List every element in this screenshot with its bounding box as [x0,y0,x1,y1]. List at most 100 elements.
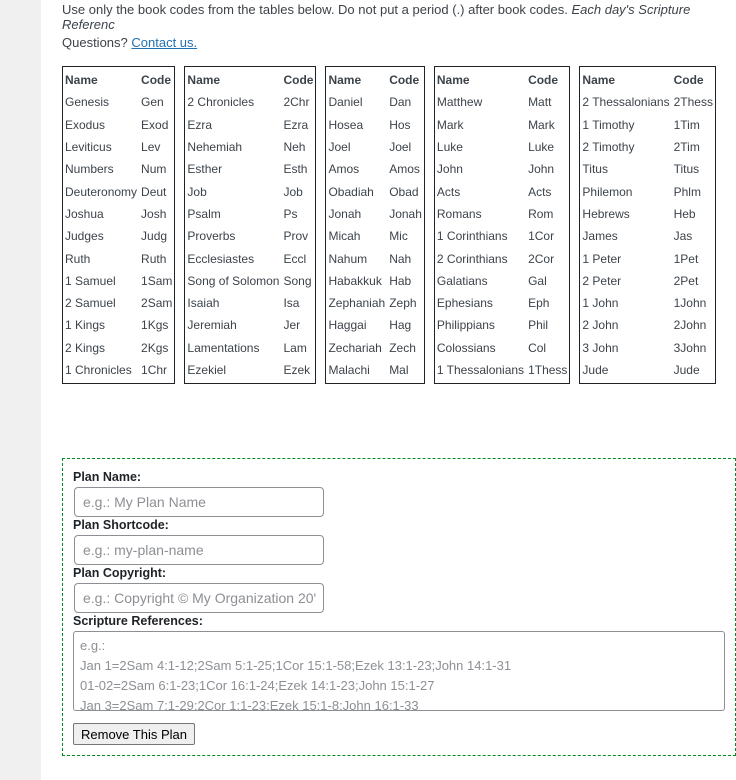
book-code: Luke [528,140,555,155]
book-code: Col [528,340,547,355]
book-table: Name Code Matthew Matt Mark Mark Luke Luke John J… [433,66,571,385]
scripture-references-textarea[interactable]: e.g.: Jan 1=2Sam 4:1-12;2Sam 5:1-25;1Cor… [73,631,725,711]
table-row: Amos Amos [326,158,423,180]
table-row: 1 Thessalonians 1Thess [435,359,570,381]
book-code: 1Kgs [141,318,169,333]
table-row: Lamentations Lam [185,337,315,359]
book-name: Job [187,184,207,199]
table-row: 2 Thessalonians 2Thess [580,91,715,113]
book-name: 1 Kings [65,318,106,333]
book-code: Exod [141,117,169,132]
table-row: Joel Joel [326,136,423,158]
book-name: 2 Timothy [582,140,635,155]
book-name: 2 Thessalonians [582,95,670,110]
table-row: 1 Corinthians 1Cor [435,225,570,247]
plan-name-input[interactable]: e.g.: My Plan Name [74,487,324,517]
name-header: Name [582,73,616,88]
code-header: Code [283,73,314,88]
book-code: Jude [673,363,700,377]
book-name: Psalm [187,206,221,221]
book-code: 1Thess [528,363,568,377]
table-header-row: Name Code [185,69,315,91]
book-name: Micah [328,229,361,244]
book-name: 2 Peter [582,273,622,288]
book-code-tables: Name Code Genesis Gen Exodus Exod Leviticus Lev… [62,66,734,385]
book-code: Mic [389,229,408,244]
book-table: Name Code 2 Thessalonians 2Thess 1 Timothy 1T… [579,66,716,385]
book-name: Genesis [65,95,110,110]
table-row: Job Job [185,180,315,202]
contact-link[interactable]: Contact us. [131,35,197,50]
book-code: Eph [528,296,550,311]
placeholder-line: Jan 1=2Sam 4:1-12;2Sam 5:1-25;1Cor 15:1-… [80,658,512,673]
book-code: Ps [283,206,298,221]
book-code: Hos [389,117,411,132]
book-name: 2 Samuel [65,296,116,311]
book-name: Hebrews [582,206,630,221]
name-header: Name [65,73,98,88]
table-row: Nehemiah Neh [185,136,315,158]
book-code: 2John [673,318,707,333]
remove-plan-button[interactable]: Remove This Plan [73,723,195,745]
table-row: Ezekiel Ezek [185,359,315,381]
book-code: Num [141,162,167,177]
plan-shortcode-input[interactable]: e.g.: my-plan-name [74,535,324,565]
book-table: Name Code Genesis Gen Exodus Exod Leviticus Lev… [62,66,176,385]
book-code: Nah [389,251,412,266]
book-name: James [582,229,618,244]
book-code: John [528,162,555,177]
book-code: Josh [141,206,167,221]
table-row: 1 John 1John [580,292,715,314]
table-row: Matthew Matt [435,91,570,113]
book-name: Zephaniah [328,296,386,311]
table-row: Exodus Exod [63,114,174,136]
table-row: Haggai Hag [326,314,423,336]
book-code: Isa [283,296,300,311]
book-name: 1 Thessalonians [436,363,525,377]
book-name: 1 Corinthians [436,229,508,244]
book-table: Name Code 2 Chronicles 2Chr Ezra Ezra Nehemiah… [184,66,317,385]
table-row: 1 Kings 1Kgs [63,314,174,336]
book-name: Ephesians [436,296,493,311]
book-name: Proverbs [187,229,236,244]
book-name: Acts [436,184,461,199]
plan-name-label: Plan Name: [73,470,142,484]
book-code: Judg [141,229,168,244]
book-code: Song [283,273,312,288]
book-name: Jude [582,363,609,377]
book-name: Luke [436,140,463,155]
book-code: Hag [389,318,412,333]
book-code: Heb [673,206,696,221]
code-header: Code [141,73,172,88]
book-name: Jeremiah [187,318,237,333]
book-name: Amos [328,162,360,177]
table-row: Numbers Num [63,158,174,180]
table-row: 1 Samuel 1Sam [63,270,174,292]
table-row: 1 Chronicles 1Chr [63,359,174,381]
book-code: Dan [389,95,412,110]
book-code: Mal [389,363,409,377]
table-row: John John [435,158,570,180]
table-row: Hosea Hos [326,114,423,136]
table-row: Jeremiah Jer [185,314,315,336]
book-name: Isaiah [187,296,220,311]
plan-copyright-input[interactable]: e.g.: Copyright © My Organization 20' [74,583,324,613]
table-row: Malachi Mal [326,359,423,381]
table-row: 2 Kings 2Kgs [63,337,174,359]
book-code: Amos [389,162,420,177]
book-name: 1 Timothy [582,117,635,132]
placeholder-line: 01-02=2Sam 6:1-23;1Cor 16:1-24;Ezek 14:1… [80,678,435,693]
table-row: Leviticus Lev [63,136,174,158]
name-header: Name [187,73,221,88]
book-name: Hosea [328,117,364,132]
book-name: Daniel [328,95,363,110]
table-row: 2 Samuel 2Sam [63,292,174,314]
table-row: Joshua Josh [63,203,174,225]
book-name: Lamentations [187,340,260,355]
table-row: 2 Chronicles 2Chr [185,91,315,113]
table-row: Daniel Dan [326,91,423,113]
book-name: 1 John [582,296,619,311]
admin-sidebar-edge [0,0,41,780]
table-row: Mark Mark [435,114,570,136]
book-name: Malachi [328,363,370,377]
